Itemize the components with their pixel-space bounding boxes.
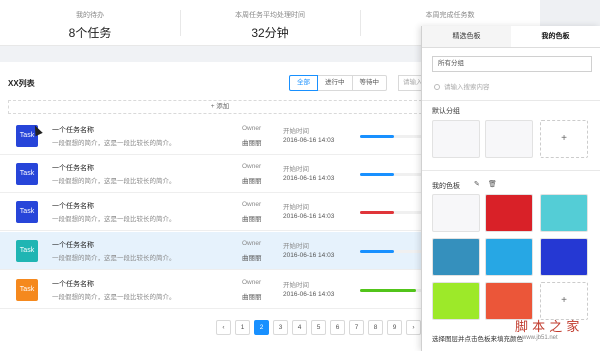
filter-waiting[interactable]: 等待中	[352, 75, 387, 91]
start-time-label: 开始时间	[283, 128, 309, 135]
owner-label: Owner	[242, 163, 262, 170]
task-name[interactable]: 一个任务名称	[52, 125, 94, 135]
start-time-value: 2016-06-16 14:03	[283, 175, 335, 182]
page-6[interactable]: 6	[330, 320, 345, 335]
progress-bar	[360, 211, 422, 214]
divider	[422, 170, 600, 171]
color-swatch[interactable]	[540, 194, 588, 232]
status-filter-group: 全部 进行中 等待中	[289, 75, 387, 91]
panel-hint: 选择图层并点击色板来填充颜色	[432, 336, 523, 343]
pagination: ‹ 1 2 3 4 5 6 7 8 9 ›	[216, 320, 421, 335]
page-7[interactable]: 7	[349, 320, 364, 335]
tab-my-palette[interactable]: 我的色板	[511, 26, 600, 47]
progress-fill	[360, 250, 395, 253]
default-swatch[interactable]	[432, 120, 480, 158]
owner-label: Owner	[242, 240, 262, 247]
watermark: 脚 本 之 家	[515, 320, 580, 335]
search-placeholder: 请输入搜索内容	[444, 84, 490, 91]
list-title: XX列表	[8, 79, 35, 88]
task-description: 一段假想的简介，这是一段比较长的简介。	[52, 216, 176, 223]
add-task-button[interactable]: + 添加	[8, 100, 432, 114]
owner-name: 曲丽丽	[242, 294, 262, 301]
add-color-button[interactable]: +	[540, 282, 588, 320]
trash-icon[interactable]: 🗑	[488, 180, 497, 188]
owner-label: Owner	[242, 125, 262, 132]
color-swatch[interactable]	[485, 194, 533, 232]
tab-featured-palette[interactable]: 精选色板	[422, 26, 511, 47]
edit-icon[interactable]: ✎	[474, 180, 480, 188]
start-time-value: 2016-06-16 14:03	[283, 213, 335, 220]
start-time-label: 开始时间	[283, 166, 309, 173]
task-name[interactable]: 一个任务名称	[52, 201, 94, 211]
task-name[interactable]: 一个任务名称	[52, 240, 94, 250]
color-swatch[interactable]	[485, 238, 533, 276]
progress-bar	[360, 135, 422, 138]
start-time-value: 2016-06-16 14:03	[283, 252, 335, 259]
palette-tabs: 精选色板 我的色板	[422, 26, 600, 48]
filter-all[interactable]: 全部	[289, 75, 318, 91]
task-icon: Task	[16, 240, 38, 262]
progress-bar	[360, 173, 422, 176]
task-icon: Task	[16, 201, 38, 223]
my-palette-title: 我的色板	[432, 183, 460, 190]
task-icon: Task	[16, 163, 38, 185]
owner-name: 曲丽丽	[242, 140, 262, 147]
stat-todo: 我的待办 8个任务	[0, 0, 180, 45]
owner-name: 曲丽丽	[242, 178, 262, 185]
owner-name: 曲丽丽	[242, 216, 262, 223]
task-name[interactable]: 一个任务名称	[52, 279, 94, 289]
divider	[422, 100, 600, 101]
stat-label: 我的待办	[76, 12, 104, 19]
task-description: 一段假想的简介，这是一段比较长的简介。	[52, 140, 176, 147]
start-time-label: 开始时间	[283, 243, 309, 250]
page-9[interactable]: 9	[387, 320, 402, 335]
owner-label: Owner	[242, 279, 262, 286]
page-3[interactable]: 3	[273, 320, 288, 335]
progress-fill	[360, 211, 395, 214]
progress-fill	[360, 135, 395, 138]
start-time-value: 2016-06-16 14:03	[283, 137, 335, 144]
color-swatch[interactable]	[432, 194, 480, 232]
owner-label: Owner	[242, 201, 262, 208]
task-description: 一段假想的简介，这是一段比较长的简介。	[52, 178, 176, 185]
progress-bar	[360, 289, 422, 292]
stat-label: 本周任务平均处理时间	[235, 12, 305, 19]
group-select[interactable]: 所有分组	[432, 56, 592, 72]
color-swatch[interactable]	[432, 282, 480, 320]
stat-avg-time: 本周任务平均处理时间 32分钟	[180, 0, 360, 45]
task-description: 一段假想的简介，这是一段比较长的简介。	[52, 255, 176, 262]
add-swatch-button[interactable]: +	[540, 120, 588, 158]
prev-page-button[interactable]: ‹	[216, 320, 231, 335]
page-4[interactable]: 4	[292, 320, 307, 335]
start-time-label: 开始时间	[283, 282, 309, 289]
start-time-label: 开始时间	[283, 204, 309, 211]
palette-search-input[interactable]: 请输入搜索内容	[432, 81, 592, 95]
search-icon	[434, 84, 440, 90]
color-swatch[interactable]	[540, 238, 588, 276]
stat-label: 本周完成任务数	[425, 12, 475, 19]
progress-bar	[360, 250, 422, 253]
next-page-button[interactable]: ›	[406, 320, 421, 335]
page-1[interactable]: 1	[235, 320, 250, 335]
default-swatch[interactable]	[485, 120, 533, 158]
progress-fill	[360, 173, 395, 176]
owner-name: 曲丽丽	[242, 255, 262, 262]
color-swatch[interactable]	[485, 282, 533, 320]
color-palette-panel: 精选色板 我的色板 所有分组 请输入搜索内容 默认分组 + 我的色板 ✎ 🗑 +…	[421, 26, 600, 351]
page-8[interactable]: 8	[368, 320, 383, 335]
page-2[interactable]: 2	[254, 320, 269, 335]
stat-value: 8个任务	[68, 26, 112, 40]
stat-value: 32分钟	[251, 26, 289, 40]
start-time-value: 2016-06-16 14:03	[283, 291, 335, 298]
page-5[interactable]: 5	[311, 320, 326, 335]
task-name[interactable]: 一个任务名称	[52, 163, 94, 173]
filter-in-progress[interactable]: 进行中	[318, 75, 353, 91]
default-group-title: 默认分组	[432, 108, 460, 115]
task-description: 一段假想的简介，这是一段比较长的简介。	[52, 294, 176, 301]
color-swatch[interactable]	[432, 238, 480, 276]
progress-fill	[360, 289, 416, 292]
watermark-url: www.jb51.net	[522, 335, 558, 341]
task-icon: Task	[16, 279, 38, 301]
